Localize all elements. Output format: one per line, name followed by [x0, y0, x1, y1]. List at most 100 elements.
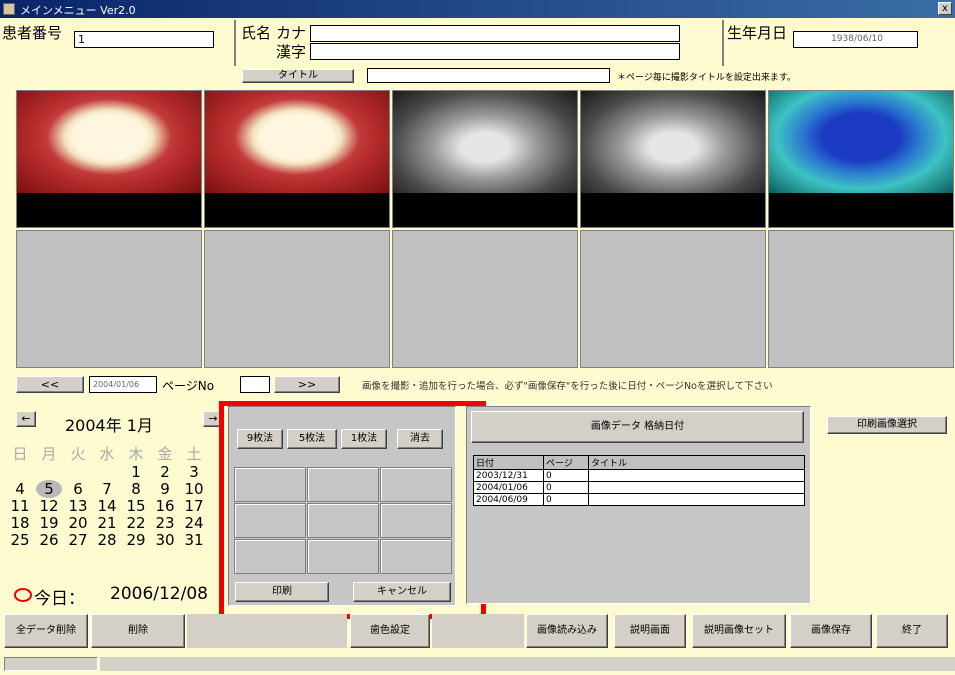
- explanation-screen-button[interactable]: 説明画面: [614, 614, 686, 648]
- cal-day[interactable]: 26: [36, 531, 62, 549]
- kana-field[interactable]: [310, 25, 680, 42]
- image-data-header: 画像データ 格納日付: [471, 411, 804, 443]
- panoramic-xray-photo-2[interactable]: [580, 90, 766, 228]
- cal-day[interactable]: 22: [123, 514, 149, 532]
- divider: [722, 20, 724, 66]
- table-cell: [588, 493, 805, 506]
- cal-prev-month-button[interactable]: ←: [16, 411, 36, 427]
- kanji-field[interactable]: [310, 43, 680, 60]
- load-image-button[interactable]: 画像読み込み: [526, 614, 608, 648]
- cal-week-row: 4 5 6 7 8 9 10: [10, 480, 210, 498]
- delete-button[interactable]: 削除: [91, 614, 185, 648]
- intraoral-smile-photo-2[interactable]: [204, 90, 390, 228]
- column-header: タイトル: [588, 455, 805, 470]
- print-image-select-button[interactable]: 印刷画像選択: [827, 416, 947, 434]
- table-cell: 0: [543, 481, 589, 494]
- cal-day[interactable]: 9: [152, 480, 178, 498]
- cal-day[interactable]: 30: [152, 531, 178, 549]
- cal-day[interactable]: 31: [181, 531, 207, 549]
- patient-no-label: 患者番号: [2, 24, 63, 42]
- cal-weekday: 土: [186, 445, 202, 463]
- cal-week-row: 25 26 27 28 29 30 31: [10, 531, 210, 549]
- cal-day[interactable]: 3: [181, 463, 207, 481]
- cal-day[interactable]: 1: [123, 463, 149, 481]
- empty-photo-slot[interactable]: [768, 230, 954, 368]
- prev-page-button[interactable]: <<: [16, 376, 84, 393]
- table-cell: 2003/12/31: [473, 469, 544, 482]
- cal-day[interactable]: 8: [123, 480, 149, 498]
- cal-weekday: 水: [99, 445, 115, 463]
- table-cell: 2004/01/06: [473, 481, 544, 494]
- cal-day[interactable]: 10: [181, 480, 207, 498]
- title-label: タイトル: [242, 69, 354, 83]
- empty-photo-slot[interactable]: [16, 230, 202, 368]
- empty-photo-slot[interactable]: [580, 230, 766, 368]
- cal-day[interactable]: 25: [7, 531, 33, 549]
- table-row[interactable]: 2004/06/09 0: [473, 493, 805, 506]
- patient-no-field[interactable]: 1: [74, 31, 214, 48]
- date-field[interactable]: 2004/01/06: [89, 376, 157, 393]
- exit-button[interactable]: 終了: [876, 614, 948, 648]
- panoramic-xray-photo-1[interactable]: [392, 90, 578, 228]
- cal-day[interactable]: 4: [7, 480, 33, 498]
- cal-day[interactable]: 23: [152, 514, 178, 532]
- footer-spacer: [187, 614, 347, 648]
- photo-grid: [16, 90, 955, 372]
- next-page-button[interactable]: >>: [274, 376, 340, 393]
- cal-day[interactable]: 20: [65, 514, 91, 532]
- image-data-table: 日付 ページ タイトル 2003/12/31 0 2004/01/06 0 2004/06/0…: [473, 455, 805, 506]
- column-header: ページ: [543, 455, 589, 470]
- image-data-panel: 画像データ 格納日付 日付 ページ タイトル 2003/12/31 0 2004/01/0…: [466, 406, 811, 604]
- cal-week-row: 18 19 20 21 22 23 24: [10, 514, 210, 532]
- blue-scan-photo[interactable]: [768, 90, 954, 228]
- cal-day[interactable]: 2: [152, 463, 178, 481]
- cal-day[interactable]: 28: [94, 531, 120, 549]
- intraoral-smile-photo-1[interactable]: [16, 90, 202, 228]
- cal-day[interactable]: 18: [7, 514, 33, 532]
- cal-day[interactable]: 29: [123, 531, 149, 549]
- cal-day[interactable]: 12: [36, 497, 62, 515]
- table-row[interactable]: 2003/12/31 0: [473, 469, 805, 482]
- cal-day[interactable]: 19: [36, 514, 62, 532]
- cal-day[interactable]: 24: [181, 514, 207, 532]
- table-cell: 0: [543, 469, 589, 482]
- title-field[interactable]: [367, 68, 610, 83]
- cal-day[interactable]: 7: [94, 480, 120, 498]
- cal-weekday: 木: [128, 445, 144, 463]
- tooth-color-settings-button[interactable]: 歯色設定: [350, 614, 430, 648]
- empty-photo-slot[interactable]: [392, 230, 578, 368]
- today-label: 今日：: [34, 589, 85, 609]
- cal-day[interactable]: 5: [36, 480, 62, 498]
- save-image-button[interactable]: 画像保存: [790, 614, 872, 648]
- delete-all-data-button[interactable]: 全データ削除: [4, 614, 88, 648]
- cal-day[interactable]: 14: [94, 497, 120, 515]
- cal-day[interactable]: 17: [181, 497, 207, 515]
- page-no-field[interactable]: [240, 376, 270, 393]
- cal-day[interactable]: 16: [152, 497, 178, 515]
- explanation-image-set-button[interactable]: 説明画像セット: [692, 614, 786, 648]
- cal-day[interactable]: 15: [123, 497, 149, 515]
- blue-image: [769, 91, 953, 193]
- xray-image: [581, 91, 765, 193]
- calendar: ← 2004年 1月 → 日月火水木金土 1 2 3 4 5 6 7 8 9 10 11 12 13 14…: [10, 405, 225, 605]
- today-circle-icon: [14, 588, 32, 602]
- cal-day[interactable]: 21: [94, 514, 120, 532]
- table-cell: 0: [543, 493, 589, 506]
- close-button[interactable]: x: [938, 2, 952, 15]
- birth-field[interactable]: 1938/06/10: [793, 31, 918, 48]
- kanji-label: 漢字: [276, 43, 307, 61]
- cal-day[interactable]: 13: [65, 497, 91, 515]
- table-row[interactable]: 2004/01/06 0: [473, 481, 805, 494]
- empty-photo-slot[interactable]: [204, 230, 390, 368]
- table-cell: 2004/06/09: [473, 493, 544, 506]
- table-cell: [588, 481, 805, 494]
- cal-day[interactable]: 27: [65, 531, 91, 549]
- column-header: 日付: [473, 455, 544, 470]
- divider: [234, 20, 236, 66]
- teeth-image: [205, 91, 389, 193]
- birth-label: 生年月日: [727, 24, 788, 42]
- cal-day[interactable]: 6: [65, 480, 91, 498]
- xray-image: [393, 91, 577, 193]
- highlight-box: [219, 401, 486, 619]
- cal-day[interactable]: 11: [7, 497, 33, 515]
